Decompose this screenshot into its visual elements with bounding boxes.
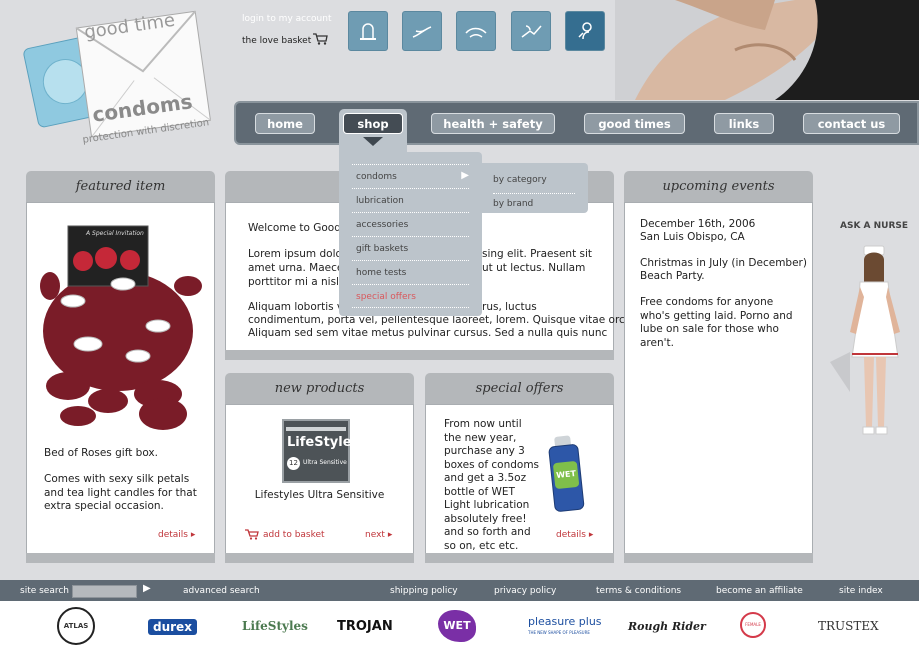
featured-footer-bar	[26, 553, 215, 563]
event-2-sub: Beach Party.	[640, 270, 705, 282]
ask-nurse-label[interactable]: ASK A NURSE	[840, 221, 908, 231]
nav-contact-us[interactable]: contact us	[803, 113, 900, 134]
login-link[interactable]: login to my account	[242, 14, 332, 24]
terms-link[interactable]: terms & conditions	[596, 586, 681, 596]
privacy-policy-link[interactable]: privacy policy	[494, 586, 556, 596]
menu-gift-baskets[interactable]: gift baskets	[352, 236, 469, 260]
brand-pleasure-plus[interactable]: pleasure plus	[528, 615, 602, 628]
next-label: next	[365, 530, 385, 540]
bottle-label: WET	[552, 460, 580, 490]
advanced-search-link[interactable]: advanced search	[183, 586, 260, 596]
next-link[interactable]: next ▸	[365, 530, 392, 540]
menu-special-offers[interactable]: special offers	[352, 284, 469, 308]
menu-condoms-label: condoms	[356, 172, 397, 182]
event-2-title: Christmas in July (in December)	[640, 257, 807, 269]
new-products-footer-bar	[225, 553, 414, 563]
affiliate-link[interactable]: become an affiliate	[716, 586, 803, 596]
new-products-heading: new products	[225, 373, 414, 404]
box-sub: Ultra Sensitive	[303, 459, 347, 466]
events-panel	[624, 202, 813, 554]
new-product-name: Lifestyles Ultra Sensitive	[254, 489, 385, 501]
special-offers-details-link[interactable]: details ▸	[556, 530, 593, 540]
event-3-text: Free condoms for anyone who's getting la…	[640, 296, 793, 349]
menu-home-tests[interactable]: home tests	[352, 260, 469, 284]
event-1-date: December 16th, 2006	[640, 218, 756, 230]
welcome-footer-bar	[225, 350, 614, 360]
basket-link[interactable]: the love basket	[242, 36, 311, 46]
gift-icon[interactable]	[511, 11, 551, 51]
brand-durex[interactable]: durex	[148, 619, 197, 635]
special-offers-footer-bar	[425, 553, 614, 563]
search-go-icon[interactable]: ▶	[143, 583, 151, 594]
accessories-icon[interactable]	[456, 11, 496, 51]
nurse-image[interactable]	[830, 242, 919, 442]
brand-trustex[interactable]: TRUSTEX	[818, 619, 879, 633]
featured-description: Comes with sexy silk petals and tea ligh…	[44, 473, 197, 512]
welcome-p2-line1b: sing elit. Praesent sit	[482, 248, 593, 260]
special-details-label: details	[556, 530, 586, 540]
new-product-image[interactable]: LifeStyles 12 Ultra Sensitive	[282, 419, 359, 483]
site-logo[interactable]: good time condoms protection with discre…	[22, 8, 222, 158]
welcome-p2-line2b: ut ut lectus. Nullam	[482, 262, 586, 274]
menu-condoms[interactable]: condoms ▶	[352, 164, 469, 188]
site-index-link[interactable]: site index	[839, 586, 883, 596]
brand-lifestyles[interactable]: LifeStyles	[242, 619, 308, 633]
nav-shop[interactable]: shop	[343, 113, 403, 134]
nav-links[interactable]: links	[714, 113, 774, 134]
box-label: A Special Invitation	[86, 230, 144, 237]
box-brand: LifeStyles	[287, 435, 360, 450]
nav-health-safety[interactable]: health + safety	[431, 113, 555, 134]
arrow-right-icon: ▸	[190, 530, 196, 540]
lubrication-icon[interactable]	[402, 11, 442, 51]
welcome-p3-line2: condimentum, porta vel, pellentesque lao…	[248, 314, 632, 326]
arrow-right-icon: ▸	[387, 530, 393, 540]
special-offers-heading: special offers	[425, 373, 614, 404]
brand-rough-rider[interactable]: Rough Rider	[628, 620, 706, 633]
welcome-p3-line1b: rus, luctus	[482, 301, 537, 313]
welcome-p3-line3: Aliquam sed sem vitae metus pulvinar cur…	[248, 327, 608, 339]
brand-atlas[interactable]: ATLAS	[57, 607, 95, 645]
site-search-input[interactable]	[72, 585, 137, 598]
submenu-by-category[interactable]: by category	[493, 170, 575, 194]
featured-caption: Bed of Roses gift box.	[44, 447, 158, 459]
basket-icon[interactable]	[244, 528, 259, 540]
hero-image	[615, 0, 919, 100]
box-count: 12	[287, 457, 300, 470]
welcome-p2-line2a: amet urna. Maecen	[248, 262, 350, 274]
featured-details-label: details	[158, 530, 188, 540]
special-offers-text: From now until the new year, purchase an…	[444, 418, 540, 552]
basket-icon[interactable]	[312, 32, 328, 45]
events-heading: upcoming events	[624, 171, 813, 202]
featured-details-link[interactable]: details ▸	[158, 530, 195, 540]
featured-heading: featured item	[26, 171, 215, 202]
event-1-place: San Luis Obispo, CA	[640, 231, 745, 243]
arrow-right-icon: ▸	[588, 530, 594, 540]
brand-female-condom[interactable]: FEMALE CONDOM	[740, 612, 766, 638]
nav-good-times[interactable]: good times	[584, 113, 685, 134]
pleasure-plus-tagline: THE NEW SHAPE OF PLEASURE	[528, 630, 590, 635]
brand-trojan[interactable]: TROJAN	[337, 619, 393, 634]
nav-home[interactable]: home	[255, 113, 315, 134]
welcome-intro: Welcome to Good T	[248, 222, 351, 234]
shipping-policy-link[interactable]: shipping policy	[390, 586, 458, 596]
test-icon[interactable]	[565, 11, 605, 51]
dropdown-caret-icon	[363, 137, 383, 146]
welcome-p2-line1a: Lorem ipsum dolor	[248, 248, 347, 260]
submenu-by-brand[interactable]: by brand	[493, 194, 575, 218]
box-stripe	[286, 427, 346, 431]
submenu-arrow-icon: ▶	[461, 170, 469, 181]
condom-icon[interactable]	[348, 11, 388, 51]
menu-accessories[interactable]: accessories	[352, 212, 469, 236]
events-footer-bar	[624, 553, 813, 563]
add-to-basket-link[interactable]: add to basket	[263, 530, 325, 540]
menu-lubrication[interactable]: lubrication	[352, 188, 469, 212]
site-search-label: site search	[20, 586, 70, 596]
welcome-p3-line1a: Aliquam lobortis ve	[248, 301, 350, 313]
featured-product-image[interactable]: A Special Invitation	[38, 216, 203, 436]
